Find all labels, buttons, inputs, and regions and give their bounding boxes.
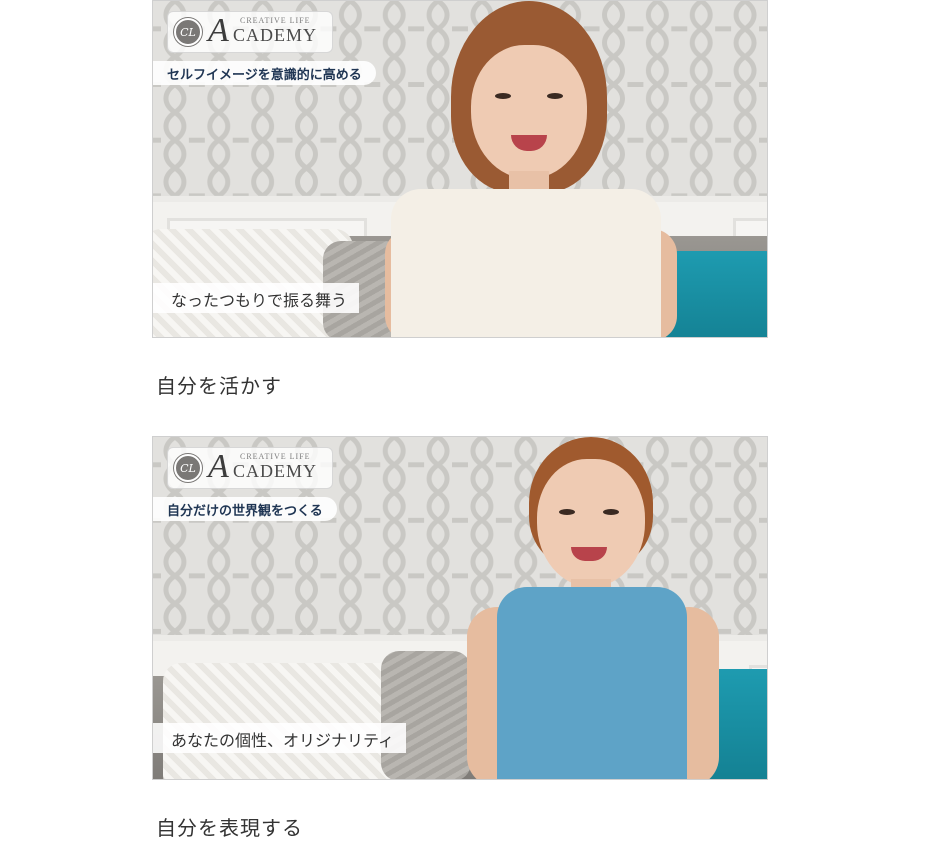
video-caption: なったつもりで振る舞う — [153, 283, 360, 313]
video-thumbnail-worldview[interactable]: CL A CREATIVE LIFE CADEMY 自分だけの世界観をつくる あ… — [152, 436, 768, 780]
presenter — [381, 1, 681, 337]
gray-cushion — [381, 651, 471, 779]
video-caption: あなたの個性、オリジナリティ — [153, 723, 407, 753]
section-heading: 自分を表現する — [156, 816, 303, 840]
presenter — [463, 437, 723, 779]
section-heading: 自分を活かす — [156, 374, 282, 398]
academy-logo: CL A CREATIVE LIFE CADEMY — [167, 447, 333, 489]
topic-banner: 自分だけの世界観をつくる — [153, 497, 337, 521]
cl-emblem-icon: CL — [174, 454, 202, 482]
topic-banner: セルフイメージを意識的に高める — [153, 61, 376, 85]
cl-emblem-icon: CL — [174, 18, 202, 46]
academy-logo: CL A CREATIVE LIFE CADEMY — [167, 11, 333, 53]
video-thumbnail-self-image[interactable]: CL A CREATIVE LIFE CADEMY セルフイメージを意識的に高め… — [152, 0, 768, 338]
